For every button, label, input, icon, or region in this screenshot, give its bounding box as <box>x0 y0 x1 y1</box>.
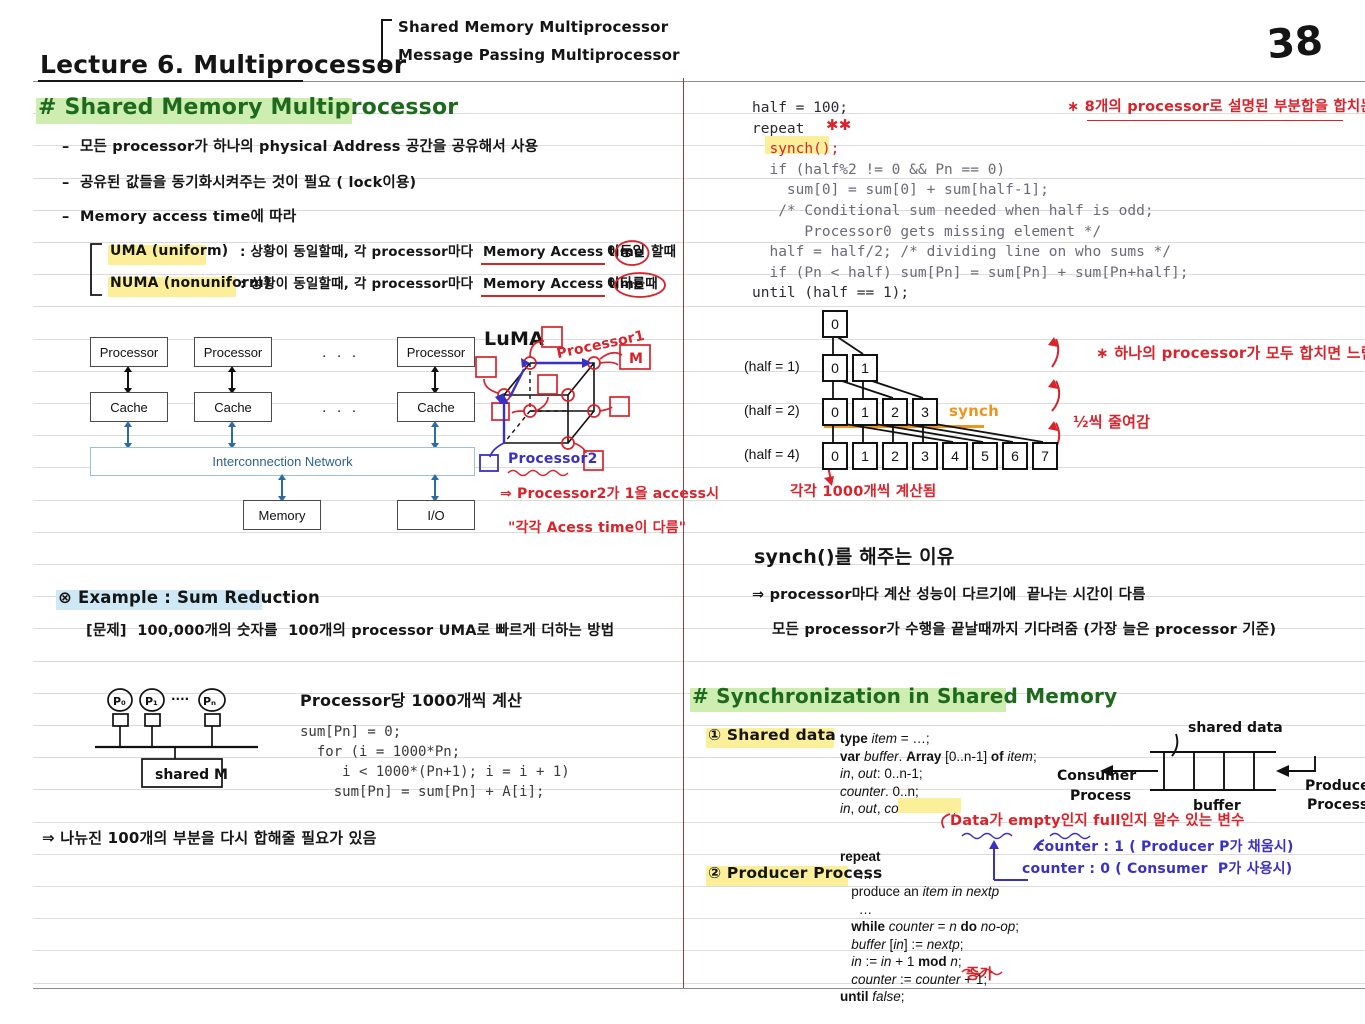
reduction-tree-edges <box>832 333 1044 443</box>
tree-node: 3 <box>912 398 938 426</box>
tree-node: 0 <box>822 442 848 470</box>
tree-node: 0 <box>822 310 848 338</box>
tree-node: 0 <box>822 398 848 426</box>
tree-node: 2 <box>882 398 908 426</box>
tree-node: 0 <box>822 354 848 382</box>
tree-node: 1 <box>852 398 878 426</box>
notebook-page: 38 Lecture 6. Multiprocessor Shared Memo… <box>0 0 1365 1024</box>
tree-node: 7 <box>1032 442 1058 470</box>
tree-node: 3 <box>912 442 938 470</box>
tree-node: 5 <box>972 442 998 470</box>
tree-node: 4 <box>942 442 968 470</box>
tree-node: 2 <box>882 442 908 470</box>
tree-node: 1 <box>852 354 878 382</box>
tree-node: 6 <box>1002 442 1028 470</box>
tree-node: 1 <box>852 442 878 470</box>
